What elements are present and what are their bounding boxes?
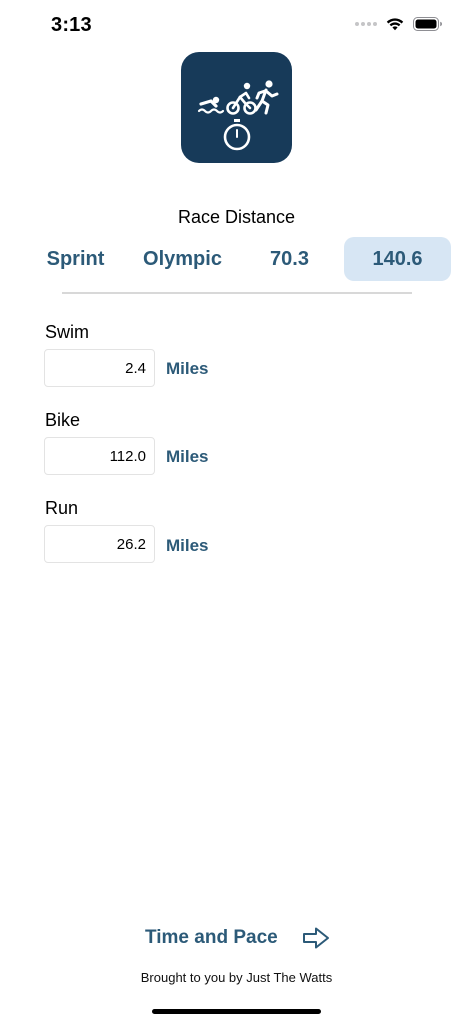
segment-140-6[interactable]: 140.6 (344, 237, 451, 281)
segment-70-3[interactable]: 70.3 (236, 237, 343, 281)
swim-label: Swim (45, 322, 89, 342)
battery-icon (413, 17, 442, 31)
run-label: Run (45, 498, 79, 518)
time-and-pace-label: Time and Pace (145, 927, 278, 948)
status-icons (355, 17, 443, 31)
swim-distance-input[interactable] (44, 349, 155, 387)
run-unit: Miles (166, 536, 209, 555)
run-distance-input[interactable] (44, 525, 155, 563)
runner-icon (254, 79, 278, 114)
segment-olympic[interactable]: Olympic (129, 237, 236, 281)
cyclist-icon (225, 82, 257, 115)
time-and-pace-button[interactable]: Time and Pace (145, 926, 330, 950)
bike-unit: Miles (166, 447, 209, 466)
arrow-right-icon (302, 927, 329, 949)
app-logo (181, 52, 292, 163)
home-indicator[interactable] (152, 1009, 321, 1014)
swim-unit: Miles (166, 359, 209, 378)
swimmer-icon (197, 96, 224, 114)
signal-icon (355, 22, 377, 26)
divider (62, 292, 412, 294)
status-bar: 3:13 (0, 0, 473, 54)
stopwatch-icon (223, 118, 250, 150)
status-time: 3:13 (51, 14, 92, 36)
race-distance-title: Race Distance (177, 207, 296, 227)
wifi-icon (386, 18, 404, 31)
segment-sprint[interactable]: Sprint (22, 237, 129, 281)
race-distance-segmented-control: Sprint Olympic 70.3 140.6 (22, 237, 452, 281)
triathlon-logo-icon (197, 79, 278, 150)
bike-distance-input[interactable] (44, 437, 155, 475)
bike-label: Bike (45, 410, 81, 430)
footer-credit: Brought to you by Just The Watts (140, 970, 333, 985)
